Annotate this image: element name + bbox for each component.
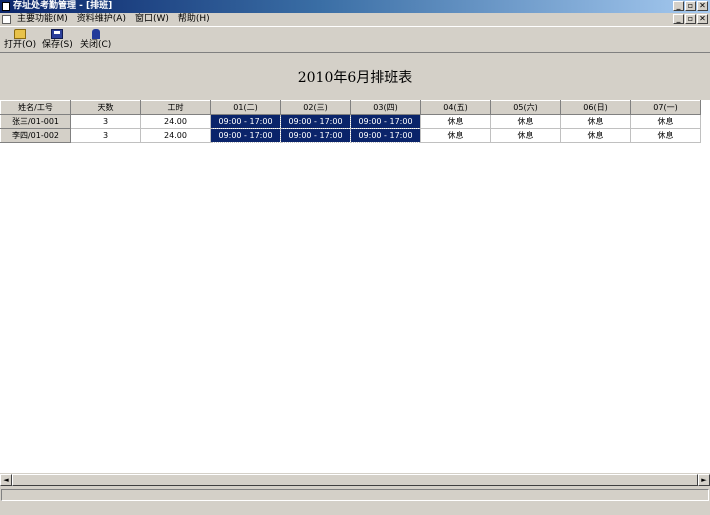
column-header[interactable]: 07(一) [630,100,701,115]
column-header[interactable]: 01(二) [210,100,281,115]
status-panel [1,489,709,501]
column-header[interactable]: 05(六) [490,100,561,115]
column-header[interactable]: 03(四) [350,100,421,115]
shift-cell[interactable]: 休息 [490,114,561,129]
menu-bar: 主要功能(M) 资料维护(A) 窗口(W) 帮助(H) _ ▫ ✕ [0,13,710,26]
horizontal-scrollbar[interactable]: ◄ ► [0,473,710,486]
employee-name-cell[interactable]: 李四/01-002 [0,128,71,143]
child-close-button[interactable]: ✕ [697,14,708,24]
folder-open-icon [14,29,27,39]
shift-cell[interactable]: 09:00 - 17:00 [210,114,281,129]
minimize-button[interactable]: _ [673,1,684,11]
maximize-button[interactable]: ▫ [685,1,696,11]
hours-cell[interactable]: 24.00 [140,114,211,129]
exit-door-icon [91,29,100,39]
title-bar: 存址处考勤管理 - [排班] _ ▫ ✕ [0,0,710,13]
column-header[interactable]: 02(三) [280,100,351,115]
save-label: 保存(S) [42,40,73,50]
close-button[interactable]: 关闭(C) [80,29,111,50]
shift-cell[interactable]: 休息 [630,128,701,143]
shift-cell[interactable]: 09:00 - 17:00 [350,128,421,143]
shift-cell[interactable]: 休息 [420,114,491,129]
app-icon [2,2,10,11]
child-restore-button[interactable]: ▫ [685,14,696,24]
document-icon[interactable] [2,15,11,24]
menu-help[interactable]: 帮助(H) [178,13,210,26]
schedule-grid-area[interactable]: 姓名/工号 天数 工时 01(二) 02(三) 03(四) 04(五) 05(六… [0,100,710,473]
scroll-right-button[interactable]: ► [698,474,710,486]
shift-cell[interactable]: 休息 [560,114,631,129]
child-minimize-button[interactable]: _ [673,14,684,24]
hours-cell[interactable]: 24.00 [140,128,211,143]
close-label: 关闭(C) [80,40,112,50]
header-row: 姓名/工号 天数 工时 01(二) 02(三) 03(四) 04(五) 05(六… [0,100,701,115]
column-header[interactable]: 天数 [70,100,141,115]
menu-main-functions[interactable]: 主要功能(M) [17,13,68,26]
column-header[interactable]: 04(五) [420,100,491,115]
table-row: 张三/01-001 3 24.00 09:00 - 17:00 09:00 - … [0,114,701,129]
shift-cell[interactable]: 休息 [420,128,491,143]
shift-cell[interactable]: 09:00 - 17:00 [280,128,351,143]
table-row: 李四/01-002 3 24.00 09:00 - 17:00 09:00 - … [0,128,701,143]
save-icon [51,29,64,39]
column-header[interactable]: 工时 [140,100,211,115]
days-cell[interactable]: 3 [70,114,141,129]
shift-cell[interactable]: 09:00 - 17:00 [280,114,351,129]
shift-cell[interactable]: 休息 [560,128,631,143]
child-window-controls: _ ▫ ✕ [673,14,708,24]
shift-cell[interactable]: 休息 [490,128,561,143]
window-controls: _ ▫ ✕ [673,1,708,11]
shift-cell[interactable]: 09:00 - 17:00 [350,114,421,129]
employee-name-cell[interactable]: 张三/01-001 [0,114,71,129]
menu-data-maintenance[interactable]: 资料维护(A) [77,13,126,26]
close-window-button[interactable]: ✕ [697,1,708,11]
open-button[interactable]: 打开(O) [4,29,36,50]
schedule-grid: 姓名/工号 天数 工时 01(二) 02(三) 03(四) 04(五) 05(六… [0,100,701,143]
column-header[interactable]: 姓名/工号 [0,100,71,115]
shift-cell[interactable]: 09:00 - 17:00 [210,128,281,143]
toolbar: 打开(O) 保存(S) 关闭(C) [0,26,710,53]
heading-area: 2010年6月排班表 [0,54,710,100]
scroll-thumb[interactable] [12,474,698,486]
scroll-left-button[interactable]: ◄ [0,474,12,486]
status-bar [0,487,710,515]
menu-window[interactable]: 窗口(W) [135,13,169,26]
open-label: 打开(O) [4,40,37,50]
save-button[interactable]: 保存(S) [42,29,73,50]
shift-cell[interactable]: 休息 [630,114,701,129]
page-title: 2010年6月排班表 [297,70,413,86]
window-title: 存址处考勤管理 - [排班] [13,1,113,11]
days-cell[interactable]: 3 [70,128,141,143]
column-header[interactable]: 06(日) [560,100,631,115]
